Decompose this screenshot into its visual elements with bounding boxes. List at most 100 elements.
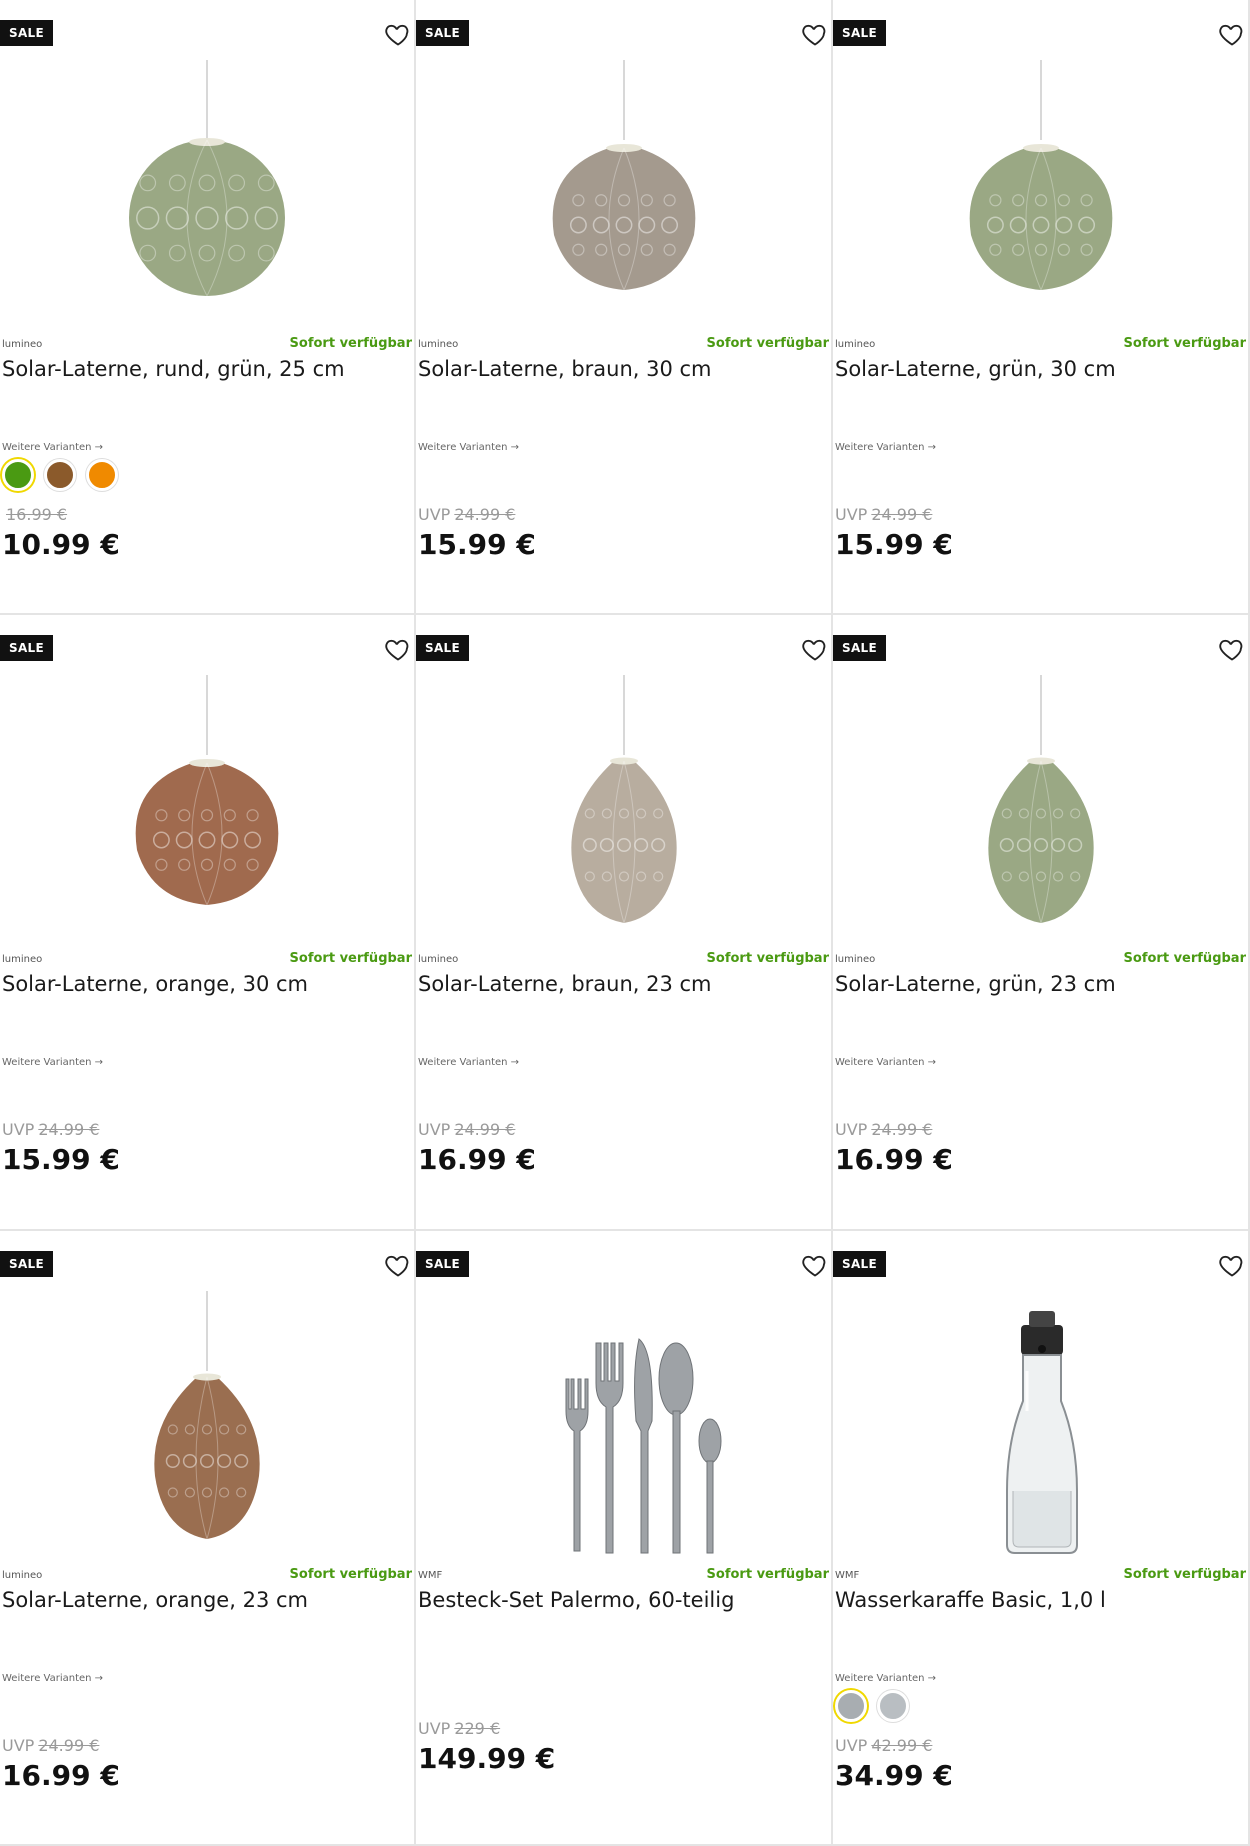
product-title[interactable]: Solar-Laterne, grün, 23 cm	[835, 972, 1116, 996]
color-swatch[interactable]	[86, 459, 118, 491]
product-image[interactable]	[833, 1291, 1248, 1561]
product-card[interactable]: SALE lumineo Sofort verfügbar Solar-Late…	[416, 0, 833, 615]
wishlist-heart-icon[interactable]	[1218, 635, 1246, 663]
sale-price: 149.99 €	[418, 1742, 556, 1775]
sale-price: 15.99 €	[418, 528, 536, 561]
brand-label: lumineo	[835, 339, 876, 350]
more-variants-link[interactable]: Weitere Varianten →	[835, 1057, 936, 1068]
product-image[interactable]	[0, 675, 414, 945]
carafe-image	[1005, 1311, 1078, 1554]
brand-label: lumineo	[2, 954, 43, 965]
more-variants-link[interactable]: Weitere Varianten →	[418, 442, 519, 453]
sale-price: 16.99 €	[418, 1143, 536, 1176]
product-title[interactable]: Solar-Laterne, orange, 23 cm	[2, 1588, 308, 1612]
product-grid: SALE lumineo Sofort verfügbar Solar-Late…	[0, 0, 1250, 1846]
strikethrough-price: 24.99 €	[454, 505, 516, 524]
product-title[interactable]: Wasserkaraffe Basic, 1,0 l	[835, 1588, 1106, 1612]
old-price: UVP 24.99 €	[418, 1120, 515, 1139]
brand-label: lumineo	[2, 1570, 43, 1581]
product-title[interactable]: Besteck-Set Palermo, 60-teilig	[418, 1588, 734, 1612]
product-card[interactable]: SALE lumineo Sofort verfügbar Solar-Late…	[0, 1231, 416, 1846]
sale-price: 16.99 €	[835, 1143, 953, 1176]
product-image[interactable]	[833, 60, 1248, 330]
sale-price: 34.99 €	[835, 1759, 953, 1792]
brand-label: lumineo	[835, 954, 876, 965]
more-variants-link[interactable]: Weitere Varianten →	[418, 1057, 519, 1068]
more-variants-link[interactable]: Weitere Varianten →	[2, 1673, 103, 1684]
old-price: UVP 42.99 €	[835, 1736, 932, 1755]
wishlist-heart-icon[interactable]	[801, 635, 829, 663]
sale-badge: SALE	[0, 1251, 53, 1277]
product-title[interactable]: Solar-Laterne, orange, 30 cm	[2, 972, 308, 996]
strikethrough-price: 16.99 €	[6, 505, 68, 524]
product-card[interactable]: SALE lumineo Sofort verfügbar Solar-Late…	[416, 615, 833, 1231]
availability-label: Sofort verfügbar	[706, 951, 829, 966]
sale-price: 15.99 €	[835, 528, 953, 561]
old-price: UVP 229 €	[418, 1719, 500, 1738]
availability-label: Sofort verfügbar	[289, 951, 412, 966]
wishlist-heart-icon[interactable]	[1218, 1251, 1246, 1279]
availability-label: Sofort verfügbar	[706, 1567, 829, 1582]
color-swatch[interactable]	[2, 459, 34, 491]
wishlist-heart-icon[interactable]	[384, 635, 412, 663]
color-swatches	[2, 459, 118, 491]
brand-label: lumineo	[418, 339, 459, 350]
brand-label: lumineo	[418, 954, 459, 965]
product-title[interactable]: Solar-Laterne, braun, 30 cm	[418, 357, 712, 381]
product-title[interactable]: Solar-Laterne, rund, grün, 25 cm	[2, 357, 345, 381]
wishlist-heart-icon[interactable]	[384, 1251, 412, 1279]
product-image[interactable]	[416, 60, 831, 330]
strikethrough-price: 24.99 €	[454, 1120, 516, 1139]
more-variants-link[interactable]: Weitere Varianten →	[2, 442, 103, 453]
wishlist-heart-icon[interactable]	[1218, 20, 1246, 48]
more-variants-link[interactable]: Weitere Varianten →	[2, 1057, 103, 1068]
product-image[interactable]	[0, 1291, 414, 1561]
brand-label: WMF	[835, 1570, 860, 1581]
lantern-image	[129, 60, 285, 297]
more-variants-link[interactable]: Weitere Varianten →	[835, 442, 936, 453]
uvp-label: UVP	[418, 1120, 451, 1139]
sale-badge: SALE	[833, 635, 886, 661]
brand-label: lumineo	[2, 339, 43, 350]
availability-label: Sofort verfügbar	[706, 336, 829, 351]
product-card[interactable]: SALE lumineo Sofort verfügbar Solar-Late…	[0, 0, 416, 615]
sale-price: 16.99 €	[2, 1759, 120, 1792]
more-variants-link[interactable]: Weitere Varianten →	[835, 1673, 936, 1684]
uvp-label: UVP	[835, 505, 868, 524]
availability-label: Sofort verfügbar	[1123, 951, 1246, 966]
sale-badge: SALE	[0, 20, 53, 46]
sale-badge: SALE	[833, 20, 886, 46]
strikethrough-price: 24.99 €	[38, 1120, 100, 1139]
product-image[interactable]	[0, 60, 414, 330]
brand-label: WMF	[418, 1570, 443, 1581]
wishlist-heart-icon[interactable]	[801, 1251, 829, 1279]
strikethrough-price: 24.99 €	[871, 505, 933, 524]
color-swatches	[835, 1690, 909, 1722]
lantern-image	[135, 675, 279, 906]
product-image[interactable]	[833, 675, 1248, 945]
product-card[interactable]: SALE WMF Sofort verfügbar Wasserkaraffe …	[833, 1231, 1250, 1846]
lantern-image	[987, 675, 1094, 924]
uvp-label: UVP	[835, 1120, 868, 1139]
product-title[interactable]: Solar-Laterne, grün, 30 cm	[835, 357, 1116, 381]
strikethrough-price: 42.99 €	[871, 1736, 933, 1755]
strikethrough-price: 229 €	[454, 1719, 501, 1738]
product-image[interactable]	[416, 675, 831, 945]
wishlist-heart-icon[interactable]	[801, 20, 829, 48]
lantern-image	[552, 60, 695, 291]
color-swatch[interactable]	[835, 1690, 867, 1722]
sale-badge: SALE	[0, 635, 53, 661]
product-image[interactable]	[416, 1291, 831, 1561]
product-card[interactable]: SALE lumineo Sofort verfügbar Solar-Late…	[833, 0, 1250, 615]
old-price: UVP 24.99 €	[835, 505, 932, 524]
sale-price: 15.99 €	[2, 1143, 120, 1176]
product-card[interactable]: SALE lumineo Sofort verfügbar Solar-Late…	[833, 615, 1250, 1231]
product-card[interactable]: SALE WMF Sofort verfügbar Besteck-Set Pa…	[416, 1231, 833, 1846]
wishlist-heart-icon[interactable]	[384, 20, 412, 48]
color-swatch[interactable]	[44, 459, 76, 491]
product-title[interactable]: Solar-Laterne, braun, 23 cm	[418, 972, 712, 996]
product-card[interactable]: SALE lumineo Sofort verfügbar Solar-Late…	[0, 615, 416, 1231]
uvp-label: UVP	[2, 1120, 35, 1139]
color-swatch[interactable]	[877, 1690, 909, 1722]
availability-label: Sofort verfügbar	[289, 1567, 412, 1582]
